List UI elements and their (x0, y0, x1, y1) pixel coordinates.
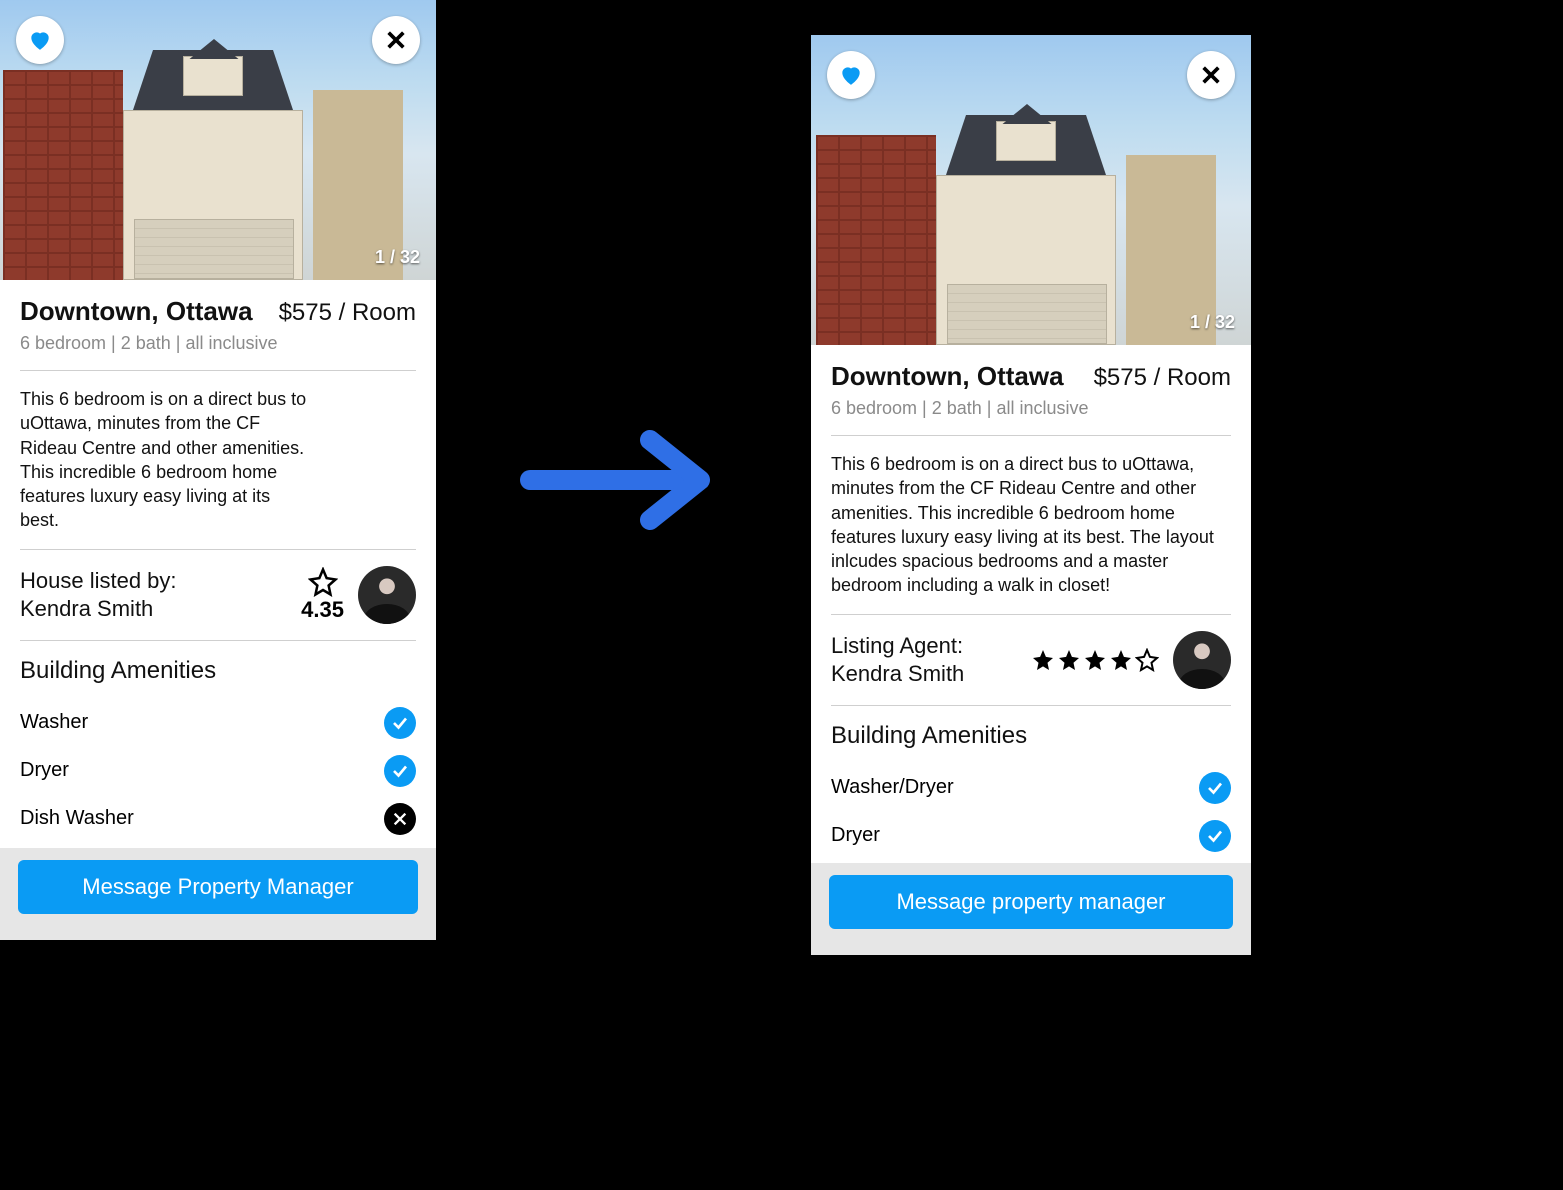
agent-rating: 4.35 (301, 567, 344, 623)
check-icon (1199, 772, 1231, 804)
divider (831, 705, 1231, 706)
divider (20, 640, 416, 641)
star-outline-icon (1135, 648, 1159, 672)
star-filled-icon (1057, 648, 1081, 672)
footer-bar: Message Property Manager (0, 848, 436, 940)
amenity-label: Washer (20, 711, 88, 734)
listing-price: $575 / Room (279, 299, 416, 327)
divider (831, 435, 1231, 436)
amenity-label: Dish Washer (20, 807, 134, 830)
listing-screen-before: 1 / 32 Downtown, Ottawa $575 / Room 6 be… (0, 0, 436, 940)
footer-bar: Message property manager (811, 863, 1251, 955)
agent-section: Listing Agent: Kendra Smith (831, 631, 1231, 689)
listing-subtitle: 6 bedroom | 2 bath | all inclusive (831, 398, 1231, 419)
amenities-heading: Building Amenities (20, 657, 416, 685)
close-icon (385, 29, 407, 51)
heart-icon (27, 27, 53, 53)
transition-arrow (520, 420, 730, 540)
listing-title: Downtown, Ottawa (831, 361, 1064, 392)
message-manager-button[interactable]: Message property manager (829, 875, 1233, 929)
agent-name: Kendra Smith (831, 660, 964, 688)
message-manager-button[interactable]: Message Property Manager (18, 860, 418, 914)
listing-description: This 6 bedroom is on a direct bus to uOt… (831, 452, 1231, 598)
divider (20, 549, 416, 550)
amenity-row: Washer (20, 699, 416, 747)
amenity-row: Dryer (831, 812, 1231, 860)
photo-counter: 1 / 32 (375, 247, 420, 268)
rating-value: 4.35 (301, 597, 344, 623)
close-button[interactable] (372, 16, 420, 64)
listing-price: $575 / Room (1094, 364, 1231, 392)
heart-icon (838, 62, 864, 88)
listing-title: Downtown, Ottawa (20, 296, 253, 327)
star-icon (308, 567, 338, 597)
amenity-label: Dryer (20, 759, 69, 782)
amenity-row: Washer/Dryer (831, 764, 1231, 812)
agent-rating-stars (1031, 648, 1159, 672)
agent-name: Kendra Smith (20, 595, 177, 623)
star-filled-icon (1031, 648, 1055, 672)
amenity-row: Dryer (20, 747, 416, 795)
check-icon (1199, 820, 1231, 852)
close-button[interactable] (1187, 51, 1235, 99)
divider (831, 614, 1231, 615)
favorite-button[interactable] (16, 16, 64, 64)
x-icon (384, 803, 416, 835)
amenities-heading: Building Amenities (831, 722, 1231, 750)
check-icon (384, 707, 416, 739)
amenity-row: Dish Washer (20, 795, 416, 843)
close-icon (1200, 64, 1222, 86)
star-filled-icon (1083, 648, 1107, 672)
listing-screen-after: 1 / 32 Downtown, Ottawa $575 / Room 6 be… (811, 35, 1251, 955)
agent-avatar[interactable] (1173, 631, 1231, 689)
check-icon (384, 755, 416, 787)
agent-section: House listed by: Kendra Smith 4.35 (20, 566, 416, 624)
hero-image[interactable]: 1 / 32 (0, 0, 436, 280)
listing-subtitle: 6 bedroom | 2 bath | all inclusive (20, 333, 416, 354)
divider (20, 370, 416, 371)
amenity-label: Dryer (831, 824, 880, 847)
agent-label: Listing Agent: (831, 632, 964, 660)
star-filled-icon (1109, 648, 1133, 672)
favorite-button[interactable] (827, 51, 875, 99)
photo-counter: 1 / 32 (1190, 312, 1235, 333)
hero-image[interactable]: 1 / 32 (811, 35, 1251, 345)
listing-description: This 6 bedroom is on a direct bus to uOt… (20, 387, 310, 533)
amenity-label: Washer/Dryer (831, 776, 954, 799)
agent-label: House listed by: (20, 567, 177, 595)
agent-avatar[interactable] (358, 566, 416, 624)
